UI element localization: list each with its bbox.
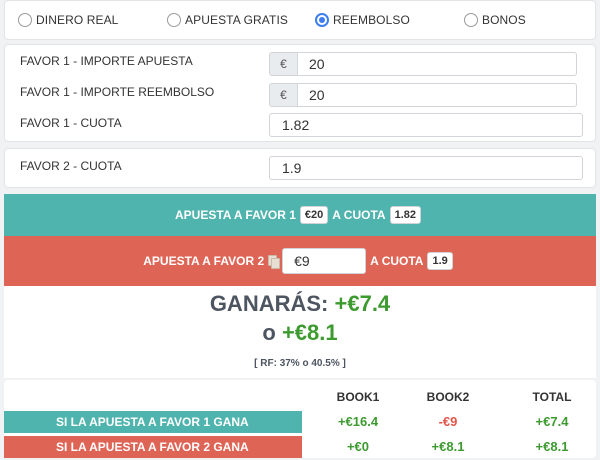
copy-icon[interactable] [268,255,281,269]
row-favor2-label: SI LA APUESTA A FAVOR 2 GANA [4,436,302,458]
mode-label: APUESTA GRATIS [185,13,288,27]
euro-addon: € [269,83,297,107]
mode-label: BONOS [482,13,526,27]
header-book1: BOOK1 [336,390,380,404]
row2-book1: +€0 [346,439,370,454]
mode-label: REEMBOLSO [333,13,410,27]
euro-addon: € [269,52,297,76]
bet1-prefix: APUESTA A FAVOR 1 [174,208,296,222]
radio-circle-icon[interactable] [167,13,181,27]
alt-win-value: +€8.1 [281,320,338,345]
refund-input[interactable]: 20 [297,83,577,107]
win-value: +€7.4 [334,291,391,316]
bet2-odds-label: A CUOTA [370,254,424,268]
odds2-label: FAVOR 2 - CUOTA [20,159,122,173]
profit-summary: GANARÁS: +€7.4 o +€8.1 [ RF: 37% o 40.5%… [4,286,596,378]
odds1-input[interactable]: 1.82 [269,113,583,137]
row1-total: +€7.4 [535,414,569,429]
stake-input[interactable]: 20 [297,52,577,76]
rf-percentage: [ RF: 37% o 40.5% ] [254,358,346,369]
bet2-prefix: APUESTA A FAVOR 2 [143,254,265,268]
row1-book1: +€16.4 [337,414,379,429]
row1-book2: -€9 [438,414,458,429]
mode-label: DINERO REAL [36,13,119,27]
profit-line-1: GANARÁS: +€7.4 [4,291,596,317]
bet-favor1-bar: APUESTA A FAVOR 1 €20 A CUOTA 1.82 [4,194,596,236]
bet-favor2-bar: APUESTA A FAVOR 2 €9 A CUOTA 1.9 [4,236,596,286]
row2-total: +€8.1 [535,439,569,454]
bet1-odds-label: A CUOTA [332,208,386,222]
radio-selected-icon[interactable] [315,13,329,27]
odds2-input[interactable]: 1.9 [269,156,583,180]
mode-radio-dinero-real[interactable]: DINERO REAL [18,12,118,28]
favor1-form: FAVOR 1 - IMPORTE APUESTA € 20 FAVOR 1 -… [4,44,596,142]
radio-circle-icon[interactable] [464,13,478,27]
or-label: o [262,320,276,345]
radio-circle-icon[interactable] [18,13,32,27]
bet2-amount-field[interactable]: €9 [282,248,367,274]
bet1-odds-badge: 1.82 [389,206,421,224]
odds1-label: FAVOR 1 - CUOTA [20,116,122,130]
mode-radio-bonos[interactable]: BONOS [464,12,526,28]
calculation-mode-bar: DINERO REAL APUESTA GRATIS REEMBOLSO BON… [4,0,596,40]
bet1-amount-badge: €20 [299,206,329,224]
summary-table: BOOK1 BOOK2 TOTAL SI LA APUESTA A FAVOR … [4,380,596,458]
bet2-odds-badge: 1.9 [427,252,453,270]
refund-input-group: € 20 [269,83,577,107]
header-total: TOTAL [532,390,572,404]
profit-line-2: o +€8.1 [4,320,596,346]
row2-book2: +€8.1 [431,439,465,454]
stake-label: FAVOR 1 - IMPORTE APUESTA [20,54,193,68]
mode-radio-apuesta-gratis[interactable]: APUESTA GRATIS [167,12,288,28]
mode-radio-reembolso[interactable]: REEMBOLSO [315,12,410,28]
favor2-form: FAVOR 2 - CUOTA 1.9 [4,148,596,188]
refund-label: FAVOR 1 - IMPORTE REEMBOLSO [20,85,215,99]
stake-input-group: € 20 [269,52,577,76]
win-label: GANARÁS: [209,291,329,316]
row-favor1-label: SI LA APUESTA A FAVOR 1 GANA [4,411,302,433]
header-book2: BOOK2 [426,390,470,404]
